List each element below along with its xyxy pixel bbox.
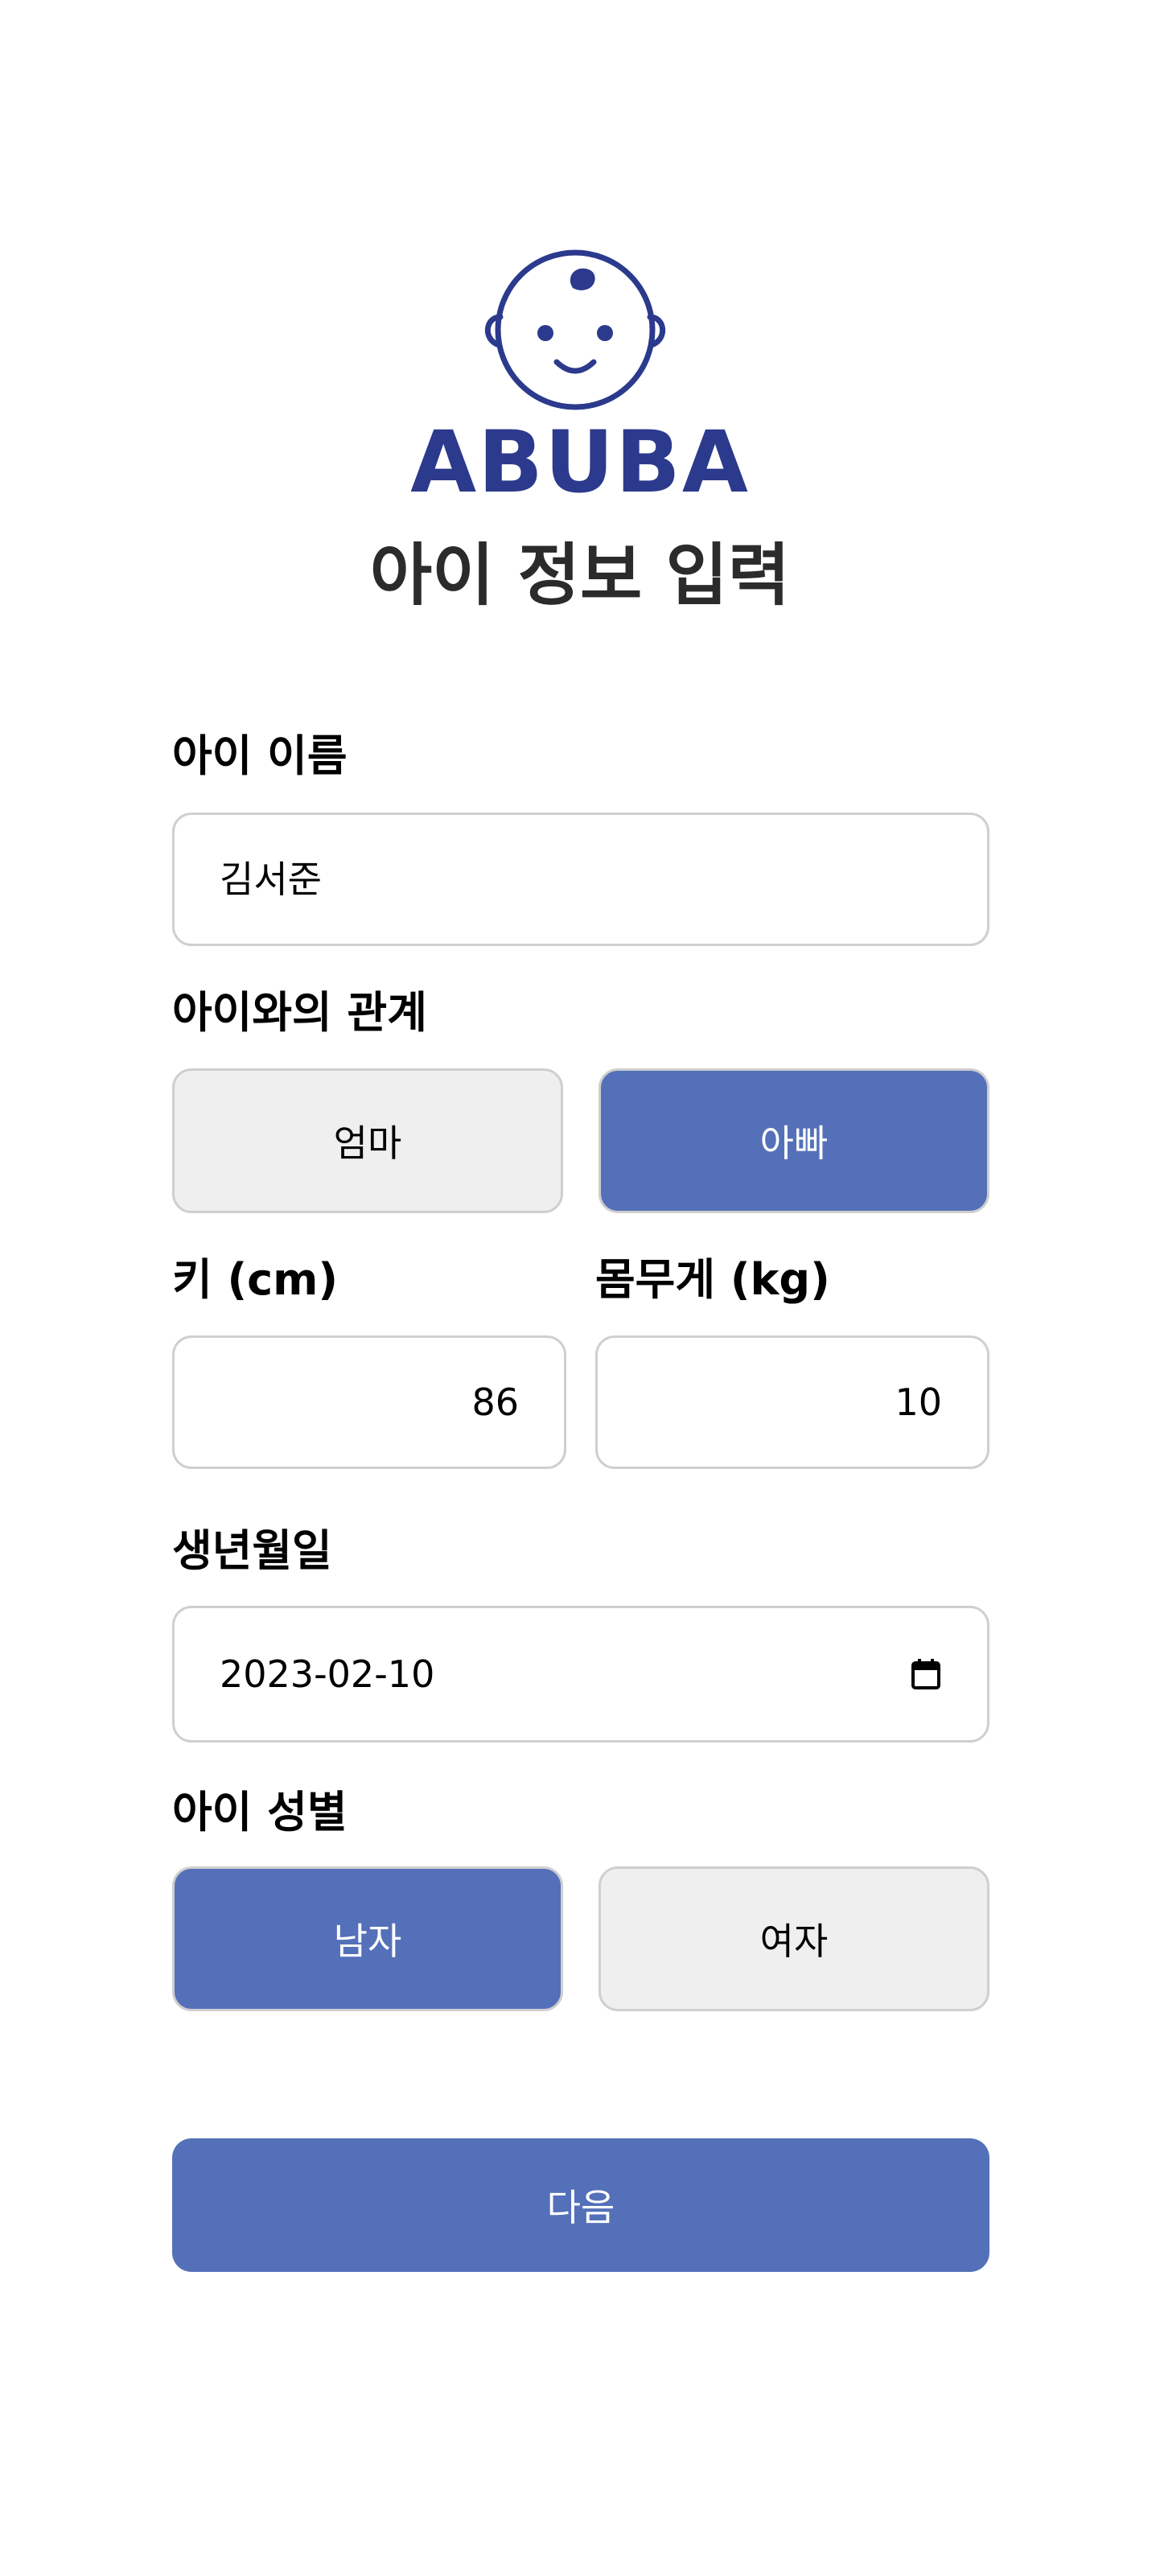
child-name-value: 김서준 (220, 858, 322, 901)
gender-female-label: 여자 (759, 1920, 829, 1963)
gender-female-button[interactable]: 여자 (599, 1866, 989, 2011)
page-title: 아이 정보 입력 (369, 536, 791, 615)
baby-face-logo-icon (478, 243, 673, 414)
weight-input[interactable]: 10 (595, 1335, 989, 1469)
birthdate-value: 2023-02-10 (220, 1652, 435, 1696)
height-value: 86 (471, 1381, 519, 1424)
gender-label: 아이 성별 (172, 1787, 348, 1837)
weight-value: 10 (895, 1381, 942, 1424)
birthdate-input[interactable]: 2023-02-10 (172, 1606, 989, 1743)
child-name-input[interactable]: 김서준 (172, 813, 989, 946)
birthdate-label: 생년월일 (172, 1525, 332, 1576)
next-button-label: 다음 (546, 2186, 615, 2229)
relationship-dad-button[interactable]: 아빠 (599, 1068, 989, 1213)
relationship-mom-button[interactable]: 엄마 (172, 1068, 563, 1213)
relationship-mom-label: 엄마 (333, 1121, 402, 1165)
relationship-label: 아이와의 관계 (172, 987, 427, 1038)
height-input[interactable]: 86 (172, 1335, 566, 1469)
height-label: 키 (cm) (172, 1254, 339, 1305)
weight-label: 몸무게 (kg) (595, 1254, 830, 1305)
relationship-dad-label: 아빠 (759, 1121, 829, 1165)
gender-male-label: 남자 (333, 1920, 402, 1963)
next-button[interactable]: 다음 (172, 2138, 989, 2272)
brand-logo-text: ABUBA (410, 413, 750, 512)
gender-male-button[interactable]: 남자 (172, 1866, 563, 2011)
child-name-label: 아이 이름 (172, 730, 348, 781)
calendar-icon[interactable] (910, 1657, 942, 1691)
